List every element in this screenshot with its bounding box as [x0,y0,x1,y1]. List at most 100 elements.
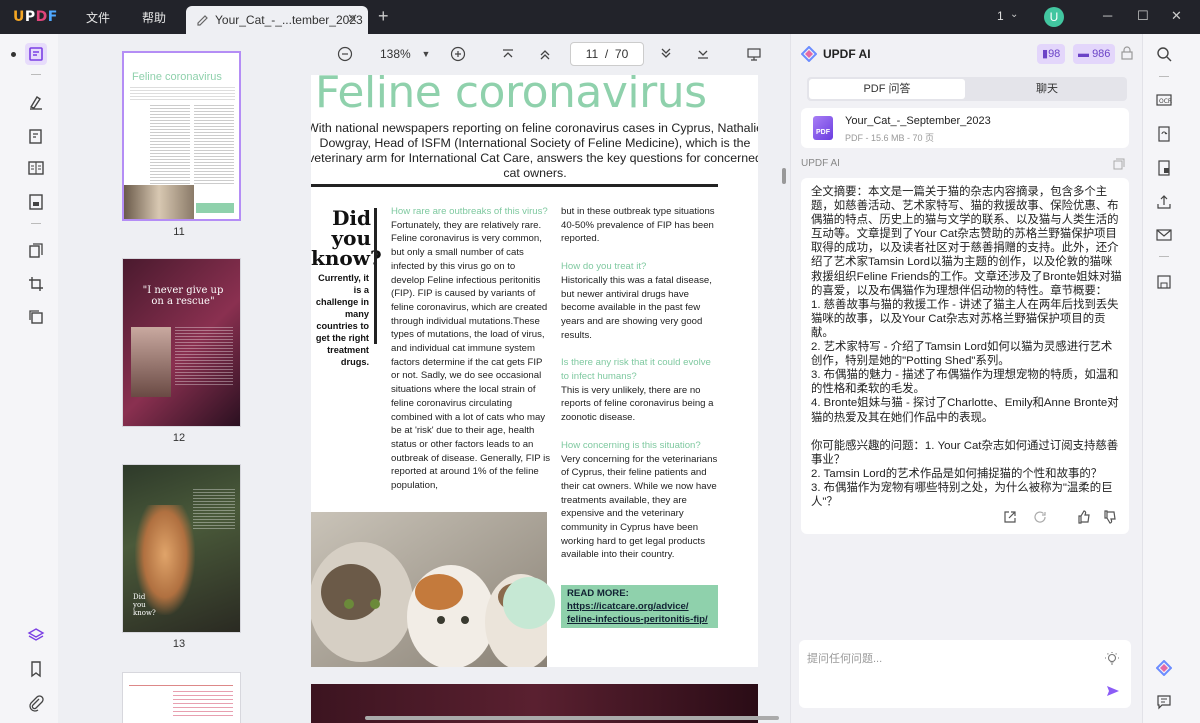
next-page-icon[interactable] [658,46,674,62]
maximize-icon[interactable]: ☐ [1137,8,1149,24]
window-close-icon[interactable]: ✕ [1171,8,1182,24]
left-tool-rail [0,34,58,723]
thumbnail-number: 11 [173,226,185,238]
total-pages: 70 [614,47,629,61]
pdf-page[interactable]: Feline coronavirus With national newspap… [311,75,758,667]
credit-badge-a[interactable]: ▮98 [1037,44,1066,64]
tab-pdf-qa[interactable]: PDF 问答 [809,79,965,99]
new-tab-icon[interactable]: + [378,7,389,25]
page-thumbnail[interactable]: Did you know? [122,464,241,633]
ai-assistant-icon[interactable] [1155,659,1173,677]
lock-icon[interactable] [1121,46,1133,60]
avatar[interactable]: U [1044,7,1064,27]
window-count[interactable]: 1 [997,9,1004,23]
title-bar: UPDF 文件 帮助 Your_Cat_-_...tember_2023 ✕ +… [0,0,1200,34]
pdf-file-icon: PDF [813,116,833,140]
edit-pdf-icon[interactable] [25,125,47,147]
ai-question-box [799,640,1131,708]
rail-divider [31,74,41,75]
zoom-in-icon[interactable] [450,46,466,62]
organize-pages-icon[interactable] [25,240,47,262]
tab-chat[interactable]: 聊天 [969,79,1125,99]
read-more-link[interactable]: https://icatcare.org/advice/ feline-infe… [567,600,712,626]
zoom-level[interactable]: 138% [380,47,411,61]
share-icon[interactable] [1156,194,1172,210]
column-body: This is very unlikely, there are no repo… [561,384,714,424]
file-card[interactable]: PDF Your_Cat_-_September_2023 PDF - 15.6… [801,108,1129,148]
close-tab-icon[interactable]: ✕ [347,11,358,27]
thumbnail-title: Did you know? [133,593,156,617]
layers-icon[interactable] [25,624,47,646]
edit-doc-icon [197,15,208,26]
previous-page-icon[interactable] [537,46,553,62]
thumbnail-text [175,327,233,387]
article-intro: With national newspapers reporting on fe… [311,121,758,180]
copy-icon[interactable] [1113,158,1125,170]
vertical-scrollbar[interactable] [782,168,786,184]
batch-icon[interactable] [25,306,47,328]
thumbnail-number: 13 [172,638,186,650]
save-icon[interactable] [1156,274,1172,290]
zoom-dropdown-icon[interactable]: ▼ [418,46,434,62]
page-thumbnail[interactable]: "I never give up on a rescue" [122,258,241,427]
rail-divider [31,223,41,224]
regenerate-icon[interactable] [1033,510,1047,524]
open-external-icon[interactable] [1003,510,1017,524]
lightbulb-icon[interactable] [1105,652,1119,666]
page-layout-icon[interactable] [25,157,47,179]
current-page: 11 [585,47,599,61]
column-heading: How do you treat it? [561,261,647,273]
minimize-icon[interactable]: ─ [1103,8,1112,23]
crop-icon[interactable] [25,273,47,295]
read-more-label: READ MORE: [567,588,629,599]
thumbnail-text [173,691,233,717]
column-body: Very concerning for the veterinarians of… [561,453,718,561]
thumbnail-title: "I never give up on a rescue" [142,285,224,307]
right-tool-rail: OCR [1142,34,1200,723]
thumbs-up-icon[interactable] [1077,510,1091,524]
document-tab[interactable]: Your_Cat_-_...tember_2023 ✕ [186,6,368,34]
comment-icon[interactable] [25,91,47,113]
ai-question-input[interactable] [807,650,1087,668]
last-page-icon[interactable] [695,46,711,62]
reader-mode-icon[interactable] [25,43,47,65]
credit-badge-b[interactable]: ▬ 986 [1073,44,1116,64]
convert-pdf-icon[interactable] [1156,126,1172,142]
attachment-icon[interactable] [25,692,47,714]
protect-pdf-icon[interactable] [1156,160,1172,176]
comment-list-icon[interactable] [1156,694,1172,710]
did-you-know-text: Currently, it is a challenge in many cou… [315,273,369,367]
read-more-box: READ MORE: https://icatcare.org/advice/ … [561,585,718,628]
column-heading: How rare are outbreaks of this virus? [391,206,548,217]
page-number-input[interactable]: 11 / 70 [570,42,644,66]
presentation-icon[interactable] [746,46,762,62]
tab-title: Your_Cat_-_...tember_2023 [215,13,363,27]
thumbnail-text [130,87,235,101]
document-toolbar: 138% ▼ 11 / 70 [304,34,790,74]
thumbnail-text [129,685,233,686]
credit-a-value: 98 [1048,48,1061,60]
ocr-icon[interactable]: OCR [1156,92,1172,108]
column-body: Fortunately, they are relatively rare. F… [391,219,551,492]
form-icon[interactable] [25,191,47,213]
search-icon[interactable] [1156,46,1172,62]
thumbnail-image [124,185,194,219]
send-icon[interactable] [1106,684,1120,698]
menu-help[interactable]: 帮助 [142,9,166,26]
rail-divider [1159,76,1169,77]
first-page-icon[interactable] [500,46,516,62]
thumbs-down-icon[interactable] [1103,510,1117,524]
response-label: UPDF AI [801,158,840,169]
page-thumbnail[interactable] [122,672,241,723]
zoom-out-icon[interactable] [337,46,353,62]
ai-answer-card: 全文摘要：本文是一篇关于猫的杂志内容摘录，包含多个主题，如慈善活动、艺术家特写、… [801,178,1129,534]
horizontal-scrollbar[interactable] [365,716,779,720]
chevron-down-icon[interactable]: ⌄ [1010,9,1018,20]
menu-file[interactable]: 文件 [86,9,110,26]
page-thumbnail[interactable]: Feline coronavirus [122,51,241,221]
column-body: Historically this was a fatal disease, b… [561,274,712,341]
email-icon[interactable] [1156,227,1172,243]
bookmark-icon[interactable] [25,658,47,680]
divider-rule [311,184,718,187]
credit-b-value: 986 [1092,48,1111,60]
